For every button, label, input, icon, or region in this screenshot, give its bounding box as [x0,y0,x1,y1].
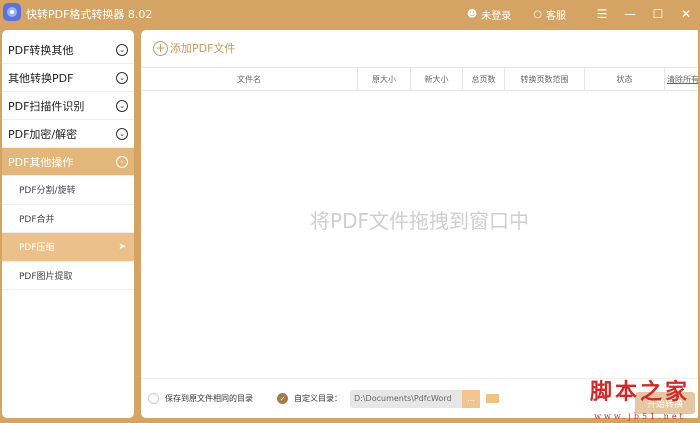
col-total-pages: 总页数 [463,68,505,90]
sidebar-item-ocr[interactable]: PDF扫描件识别 ⌄ [2,92,134,120]
menu-icon[interactable]: ☰ [588,7,616,21]
add-pdf-button[interactable]: + 添加PDF文件 [153,40,235,56]
maximize-button[interactable]: ☐ [644,7,672,21]
sidebar-item-encrypt[interactable]: PDF加密/解密 ⌄ [2,120,134,148]
browse-button[interactable]: ... [462,389,480,408]
save-same-dir-label: 保存到原文件相同的目录 [165,394,253,403]
sidebar-item-other-to-pdf[interactable]: 其他转换PDF ⌄ [2,64,134,92]
col-page-range: 转换页数范围 [505,68,585,90]
main-panel: + 添加PDF文件 文件名 原大小 新大小 总页数 转换页数范围 状态 清除所有 … [141,30,698,418]
custom-dir-label: 自定义目录： [294,394,342,403]
add-pdf-label: 添加PDF文件 [170,42,236,55]
login-label: 未登录 [481,10,512,22]
col-filename: 文件名 [141,68,358,90]
chevron-down-icon: ⌄ [116,127,128,140]
table-header: 文件名 原大小 新大小 总页数 转换页数范围 状态 清除所有 [141,67,698,91]
app-logo-icon [3,3,21,21]
sidebar-item-label: PDF转换其他 [8,43,74,57]
subitem-label: PDF合并 [19,214,55,225]
chevron-right-icon: › [116,155,128,168]
title-bar: 快转PDF格式转换器 8.02 ☻ 未登录 ○ 客服 ☰ — ☐ ✕ [0,0,700,28]
sidebar-item-label: PDF扫描件识别 [8,99,85,113]
service-label: 客服 [546,10,566,22]
sidebar-subitem-split[interactable]: PDF分割/旋转 [2,176,134,205]
chat-icon: ○ [533,8,542,20]
arrow-right-icon: ➤ [118,241,126,252]
app-title: 快转PDF格式转换器 8.02 [26,8,153,21]
plus-circle-icon: + [153,40,168,56]
sidebar-subitem-merge[interactable]: PDF合并 [2,205,134,233]
save-same-dir-radio[interactable] [148,393,159,404]
folder-icon[interactable] [486,394,499,403]
col-new-size: 新大小 [411,68,463,90]
close-button[interactable]: ✕ [672,7,700,21]
sidebar-subitem-extract-images[interactable]: PDF图片提取 [2,262,134,290]
login-button[interactable]: ☻ 未登录 [467,7,515,22]
drop-zone-hint: 将PDF文件拖拽到窗口中 [310,209,529,233]
sidebar-item-label: 其他转换PDF [8,71,74,85]
user-icon: ☻ [466,8,478,20]
service-button[interactable]: ○ 客服 [533,7,570,22]
sidebar: PDF转换其他 ⌄ 其他转换PDF ⌄ PDF扫描件识别 ⌄ PDF加密/解密 ⌄ PD… [2,30,134,418]
col-status: 状态 [585,68,665,90]
custom-dir-radio[interactable]: ✓ [277,393,288,404]
sidebar-item-label: PDF加密/解密 [8,127,78,141]
watermark-logo: 脚本之家 www.jb51.net [589,379,690,421]
minimize-button[interactable]: — [616,7,644,21]
subitem-label: PDF图片提取 [19,271,73,282]
chevron-down-icon: ⌄ [116,99,128,112]
col-original-size: 原大小 [358,68,411,90]
chevron-down-icon: ⌄ [116,71,128,84]
chevron-down-icon: ⌄ [116,43,128,56]
sidebar-item-other-ops[interactable]: PDF其他操作 › [2,148,134,176]
output-path-field[interactable]: D:\Documents\PdfcWord [350,389,462,408]
subitem-label: PDF分割/旋转 [19,186,76,197]
sidebar-item-label: PDF其他操作 [8,155,74,169]
subitem-label: PDF压缩 [19,243,55,254]
sidebar-item-pdf-to-other[interactable]: PDF转换其他 ⌄ [2,36,134,64]
sidebar-subitem-compress[interactable]: PDF压缩 ➤ [2,233,134,262]
clear-all-link[interactable]: 清除所有 [665,68,698,90]
